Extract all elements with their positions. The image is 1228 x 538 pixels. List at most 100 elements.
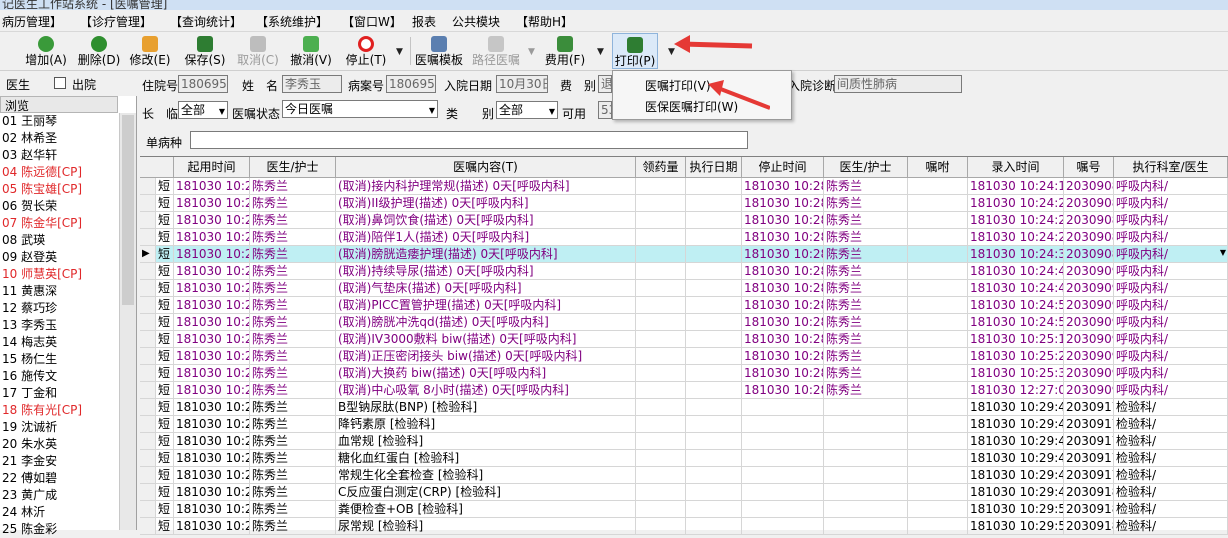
add-button[interactable]: 增加(A) <box>24 33 68 69</box>
header-instruction[interactable]: 嘱咐 <box>908 157 968 178</box>
table-row[interactable]: 短181030 10:23陈秀兰(取消)II级护理(描述) 0天[呼吸内科]18… <box>140 195 1228 212</box>
table-row[interactable]: 短181030 10:23陈秀兰(取消)正压密闭接头 biw(描述) 0天[呼吸… <box>140 348 1228 365</box>
header-dispense[interactable]: 领药量 <box>636 157 686 178</box>
table-row[interactable]: 短181030 10:23陈秀兰(取消)鼻饲饮食(描述) 0天[呼吸内科]181… <box>140 212 1228 229</box>
stop-button[interactable]: 停止(T) <box>342 33 390 69</box>
menu-diagnosis[interactable]: 【诊疗管理】 <box>80 13 152 30</box>
discharge-checkbox[interactable] <box>54 77 66 89</box>
entry-time-cell: 181030 10:25:22 <box>968 348 1064 365</box>
pathway-dropdown-icon[interactable]: ▼ <box>528 47 535 57</box>
table-row[interactable]: 短181030 10:23陈秀兰(取消)PICC置管护理(描述) 0天[呼吸内科… <box>140 297 1228 314</box>
patient-list-item[interactable]: 04 陈远德[CP] <box>0 164 118 181</box>
table-row[interactable]: 短181030 10:29陈秀兰糖化血红蛋白 [检验科] 181030 10:29… <box>140 450 1228 467</box>
patient-list-item[interactable]: 08 武瑛 <box>0 232 118 249</box>
header-order-no[interactable]: 嘱号 <box>1064 157 1114 178</box>
table-row[interactable]: ▶短181030 10:23陈秀兰(取消)膀胱造瘘护理(描述) 0天[呼吸内科]… <box>140 246 1228 263</box>
content-cell: (取消)膀胱造瘘护理(描述) 0天[呼吸内科] <box>336 246 636 263</box>
table-row[interactable]: 短181030 10:29陈秀兰常规生化全套检查 [检验科] 181030 10:… <box>140 467 1228 484</box>
pathway-button[interactable]: 路径医嘱 <box>470 33 522 69</box>
header-content[interactable]: 医嘱内容(T) <box>336 157 636 178</box>
menu-window[interactable]: 【窗口W】 <box>342 13 402 30</box>
patient-list-item[interactable]: 11 黄惠深 <box>0 283 118 300</box>
dispense-cell <box>636 331 686 348</box>
table-row[interactable]: 短181030 10:29陈秀兰降钙素原 [检验科] 181030 10:29:4… <box>140 416 1228 433</box>
patient-list-item[interactable]: 24 林沂 <box>0 504 118 521</box>
menu-query[interactable]: 【查询统计】 <box>170 13 242 30</box>
patient-list-item[interactable]: 13 李秀玉 <box>0 317 118 334</box>
delete-button[interactable]: 删除(D) <box>76 33 122 69</box>
patient-list-item[interactable]: 10 师慧英[CP] <box>0 266 118 283</box>
undo-button[interactable]: 撤消(V) <box>288 33 334 69</box>
table-row[interactable]: 短181030 10:23陈秀兰(取消)大换药 biw(描述) 0天[呼吸内科]… <box>140 365 1228 382</box>
patient-list-item[interactable]: 17 丁金和 <box>0 385 118 402</box>
table-row[interactable]: 短181030 10:23陈秀兰(取消)IV3000敷料 biw(描述) 0天[… <box>140 331 1228 348</box>
template-button[interactable]: 医嘱模板 <box>414 33 464 69</box>
case-field[interactable]: 1806952 <box>386 75 436 93</box>
instruction-cell <box>908 382 968 399</box>
admit-date-field[interactable]: 10月30日 <box>496 75 548 93</box>
table-row[interactable]: 短181030 10:29陈秀兰C反应蛋白测定(CRP) [检验科] 181030… <box>140 484 1228 501</box>
modify-button[interactable]: 修改(E) <box>128 33 172 69</box>
menu-help[interactable]: 【帮助H】 <box>516 13 573 30</box>
patient-list-item[interactable]: 09 赵登英 <box>0 249 118 266</box>
table-row[interactable]: 短181030 10:23陈秀兰(取消)持续导尿(描述) 0天[呼吸内科]181… <box>140 263 1228 280</box>
table-row[interactable]: 短181030 10:23陈秀兰(取消)中心吸氧 8小时(描述) 0天[呼吸内科… <box>140 382 1228 399</box>
menu-medical-record[interactable]: 病历管理】 <box>2 13 62 30</box>
type-select[interactable]: 全部 <box>178 101 228 119</box>
patient-list-item[interactable]: 21 李金安 <box>0 453 118 470</box>
patient-list-scrollbar[interactable] <box>119 113 136 530</box>
patient-list-item[interactable]: 20 朱水英 <box>0 436 118 453</box>
stop-dropdown-icon[interactable]: ▼ <box>396 47 403 57</box>
table-row[interactable]: 短181030 10:29陈秀兰血常规 [检验科] 181030 10:29:44… <box>140 433 1228 450</box>
patient-list-item[interactable]: 02 林希圣 <box>0 130 118 147</box>
patient-list-item[interactable]: 06 贺长荣 <box>0 198 118 215</box>
stop-time-cell: 181030 10:28 <box>742 280 824 297</box>
table-row[interactable]: 短181030 10:29陈秀兰B型钠尿肽(BNP) [检验科] 181030 1… <box>140 399 1228 416</box>
save-button[interactable]: 保存(S) <box>182 33 228 69</box>
order-status-select[interactable]: 今日医嘱 <box>282 100 438 118</box>
patient-list-item[interactable]: 15 杨仁生 <box>0 351 118 368</box>
cancel-button[interactable]: 取消(C) <box>236 33 280 69</box>
stop-doctor-cell: 陈秀兰 <box>824 314 908 331</box>
header-row-marker[interactable] <box>140 157 174 178</box>
header-doctor[interactable]: 医生/护士 <box>250 157 336 178</box>
patient-list-item[interactable]: 23 黄广成 <box>0 487 118 504</box>
entry-time-cell: 181030 10:29:43 <box>968 399 1064 416</box>
bed-field[interactable]: 1806952 <box>178 75 228 93</box>
table-row[interactable]: 短181030 10:29陈秀兰尿常规 [检验科] 181030 10:29:53… <box>140 518 1228 535</box>
patient-list-item[interactable]: 16 施传文 <box>0 368 118 385</box>
header-stop-time[interactable]: 停止时间 <box>742 157 824 178</box>
patient-list-item[interactable]: 01 王丽琴 <box>0 113 118 130</box>
table-row[interactable]: 短181030 10:23陈秀兰(取消)气垫床(描述) 0天[呼吸内科]1810… <box>140 280 1228 297</box>
table-row[interactable]: 短181030 10:23陈秀兰(取消)接内科护理常规(描述) 0天[呼吸内科]… <box>140 178 1228 195</box>
name-field[interactable]: 李秀玉 <box>282 75 342 93</box>
header-dept[interactable]: 执行科室/医生 <box>1114 157 1228 178</box>
header-exec-date[interactable]: 执行日期 <box>686 157 742 178</box>
fee-button[interactable]: 费用(F) <box>542 33 588 69</box>
patient-list-item[interactable]: 19 沈诚祈 <box>0 419 118 436</box>
patient-list-item[interactable]: 05 陈宝雄[CP] <box>0 181 118 198</box>
disease-field[interactable] <box>190 131 748 149</box>
patient-list-item[interactable]: 18 陈有光[CP] <box>0 402 118 419</box>
patient-list-item[interactable]: 22 傅如碧 <box>0 470 118 487</box>
menu-system[interactable]: 【系统维护】 <box>256 13 328 30</box>
usable-field[interactable]: 53 <box>598 101 612 119</box>
patient-list-item[interactable]: 12 蔡巧珍 <box>0 300 118 317</box>
patient-list-item[interactable]: 14 梅志英 <box>0 334 118 351</box>
fee-type-field[interactable]: 退 <box>598 75 612 93</box>
patient-list-item[interactable]: 03 赵华轩 <box>0 147 118 164</box>
fee-dropdown-icon[interactable]: ▼ <box>597 47 604 57</box>
table-row[interactable]: 短181030 10:23陈秀兰(取消)膀胱冲洗qd(描述) 0天[呼吸内科]1… <box>140 314 1228 331</box>
menu-public[interactable]: 公共模块 <box>452 13 500 30</box>
table-row[interactable]: 短181030 10:23陈秀兰(取消)陪伴1人(描述) 0天[呼吸内科]181… <box>140 229 1228 246</box>
patient-list-item[interactable]: 07 陈金华[CP] <box>0 215 118 232</box>
header-entry-time[interactable]: 录入时间 <box>968 157 1064 178</box>
stop-time-cell <box>742 484 824 501</box>
header-stop-doctor[interactable]: 医生/护士 <box>824 157 908 178</box>
header-start-time[interactable]: 起用时间 <box>174 157 250 178</box>
menu-report[interactable]: 报表 <box>412 13 436 30</box>
scrollbar-thumb[interactable] <box>122 115 134 305</box>
table-row[interactable]: 短181030 10:29陈秀兰粪便检查+OB [检验科] 181030 10:2… <box>140 501 1228 518</box>
category-select[interactable]: 全部 <box>496 101 558 119</box>
diagnosis-field[interactable]: 间质性肺病 <box>834 75 962 93</box>
